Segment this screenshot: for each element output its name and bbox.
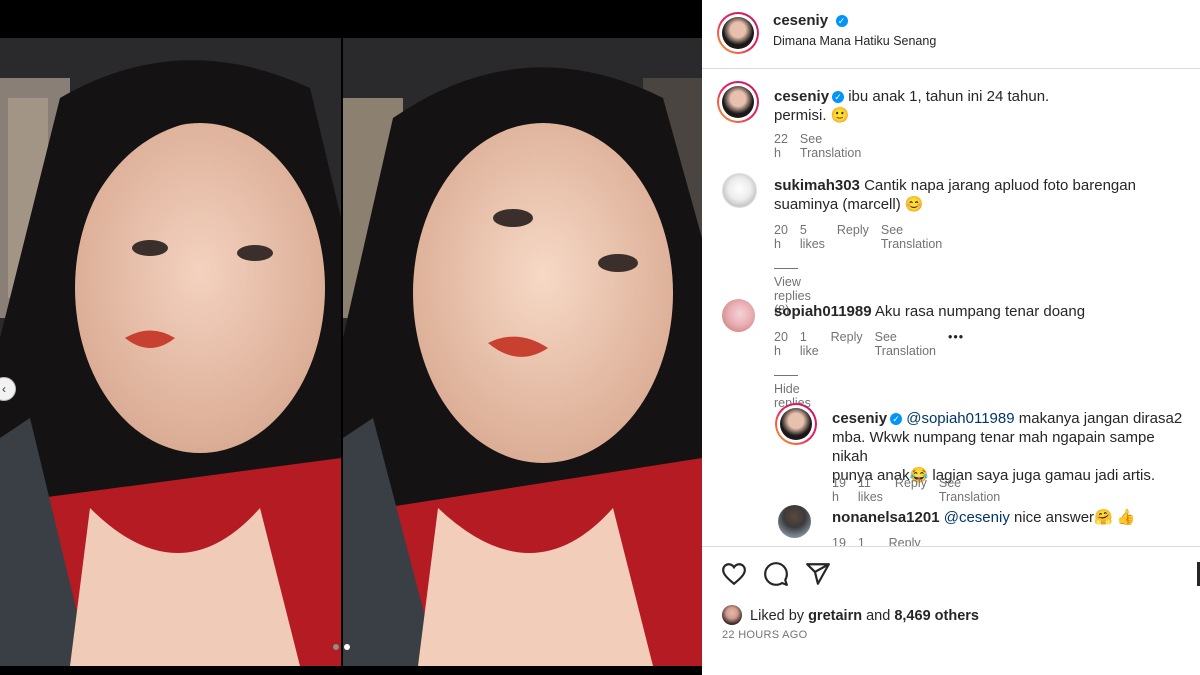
story-ring[interactable] [717, 81, 759, 123]
post-location[interactable]: Dimana Mana Hatiku Senang [773, 34, 936, 48]
reply-meta: 19 h 11 likes Reply See Translation [832, 476, 1000, 504]
see-translation-link[interactable]: See Translation [881, 223, 942, 251]
photo-previous-slide: ‹ [0, 38, 341, 666]
carousel-indicator [333, 644, 350, 650]
mention-link[interactable]: @sopiah011989 [906, 410, 1014, 427]
portrait-photo-2 [343, 38, 702, 666]
avatar[interactable] [722, 299, 755, 332]
post-media: ‹ [0, 0, 702, 675]
comment-text: sopiah011989 Aku rasa numpang tenar doan… [774, 302, 1184, 321]
reply-button[interactable]: Reply [837, 223, 869, 251]
liked-by-and: and [866, 608, 891, 624]
caption-username[interactable]: ceseniy [774, 88, 829, 105]
comment-line-1: Aku rasa numpang tenar doang [874, 303, 1086, 320]
action-bar [702, 546, 1200, 586]
avatar[interactable] [722, 17, 754, 49]
comment-time: 20 h [774, 223, 788, 251]
comments-list[interactable]: ceseniy ✓ ibu anak 1, tahun ini 24 tahun.… [702, 69, 1200, 546]
caption-line-2: permisi. 🙂 [774, 107, 850, 124]
author-username[interactable]: ceseniy [773, 12, 828, 29]
author-line: ceseniy ✓ [773, 12, 848, 30]
reply-button[interactable]: Reply [889, 536, 921, 546]
reply-likes[interactable]: 11 likes [858, 476, 883, 504]
more-options-icon[interactable]: ••• [948, 330, 964, 358]
avatar[interactable] [780, 408, 812, 440]
liked-by-others[interactable]: 8,469 others [894, 608, 979, 624]
story-ring[interactable] [717, 12, 759, 54]
verified-badge-icon: ✓ [832, 91, 845, 103]
comment-username[interactable]: sopiah011989 [774, 303, 872, 320]
caption-line-1: ibu anak 1, tahun ini 24 tahun. [848, 88, 1050, 105]
see-translation-link[interactable]: See Translation [875, 330, 936, 358]
avatar[interactable] [722, 173, 757, 208]
carousel-dot-active [344, 644, 350, 650]
avatar[interactable] [722, 86, 754, 118]
reply-button[interactable]: Reply [895, 476, 927, 504]
comment-line-2: suaminya (marcell) 😊 [774, 196, 924, 213]
caption-time: 22 h [774, 132, 788, 160]
avatar[interactable] [778, 505, 811, 538]
chevron-left-icon: ‹ [2, 382, 6, 396]
see-translation-link[interactable]: See Translation [800, 132, 861, 160]
likes-summary: Liked by gretairn and 8,469 others [722, 605, 979, 625]
mention-link[interactable]: @ceseniy [944, 509, 1010, 526]
portrait-photo-1 [0, 38, 341, 666]
paper-plane-icon[interactable] [805, 561, 831, 587]
liked-by-user[interactable]: gretairn [808, 608, 862, 624]
post-header: ceseniy ✓ Dimana Mana Hatiku Senang [702, 0, 1200, 69]
reply-line-1: makanya jangan dirasa2 [1018, 410, 1183, 427]
reply-time: 19 h [832, 536, 846, 546]
carousel-dot [333, 644, 339, 650]
comment-line-1: Cantik napa jarang apluod foto barengan [864, 177, 1136, 194]
reply-time: 19 h [832, 476, 846, 504]
divider-line [774, 268, 798, 270]
divider-line [774, 375, 798, 377]
heart-icon[interactable] [721, 561, 747, 587]
verified-badge-icon: ✓ [890, 413, 903, 425]
reply-text: nonanelsa1201 @ceseniy nice answer🤗 👍 [832, 508, 1200, 527]
comment-meta: 20 h 1 like Reply See Translation ••• [774, 330, 964, 358]
see-translation-link[interactable]: See Translation [939, 476, 1000, 504]
comment-likes[interactable]: 1 like [800, 330, 819, 358]
comment-username[interactable]: sukimah303 [774, 177, 860, 194]
verified-badge-icon: ✓ [835, 15, 848, 27]
photo-current-slide [343, 38, 702, 666]
reply-meta: 19 h 1 like Reply [832, 536, 921, 546]
reply-username[interactable]: ceseniy [832, 410, 887, 427]
reply-text: ceseniy ✓ @sopiah011989 makanya jangan di… [832, 409, 1192, 485]
post-time-ago[interactable]: 22 HOURS AGO [722, 629, 808, 641]
comment-icon[interactable] [763, 561, 789, 587]
reply-body: nice answer🤗 👍 [1014, 509, 1136, 526]
comment-likes[interactable]: 5 likes [800, 223, 825, 251]
post-side-panel: ceseniy ✓ Dimana Mana Hatiku Senang cese… [702, 0, 1200, 675]
reply-username[interactable]: nonanelsa1201 [832, 509, 940, 526]
caption-text: ceseniy ✓ ibu anak 1, tahun ini 24 tahun.… [774, 87, 1184, 125]
avatar[interactable] [722, 605, 742, 625]
caption-meta: 22 h See Translation [774, 132, 861, 160]
reply-likes[interactable]: 1 like [858, 536, 877, 546]
reply-line-2: mba. Wkwk numpang tenar mah ngapain samp… [832, 429, 1155, 465]
liked-by-prefix: Liked by [750, 608, 805, 624]
comment-meta: 20 h 5 likes Reply See Translation [774, 223, 942, 251]
reply-button[interactable]: Reply [831, 330, 863, 358]
comment-text: sukimah303 Cantik napa jarang apluod fot… [774, 176, 1184, 214]
comment-time: 20 h [774, 330, 788, 358]
story-ring[interactable] [775, 403, 817, 445]
